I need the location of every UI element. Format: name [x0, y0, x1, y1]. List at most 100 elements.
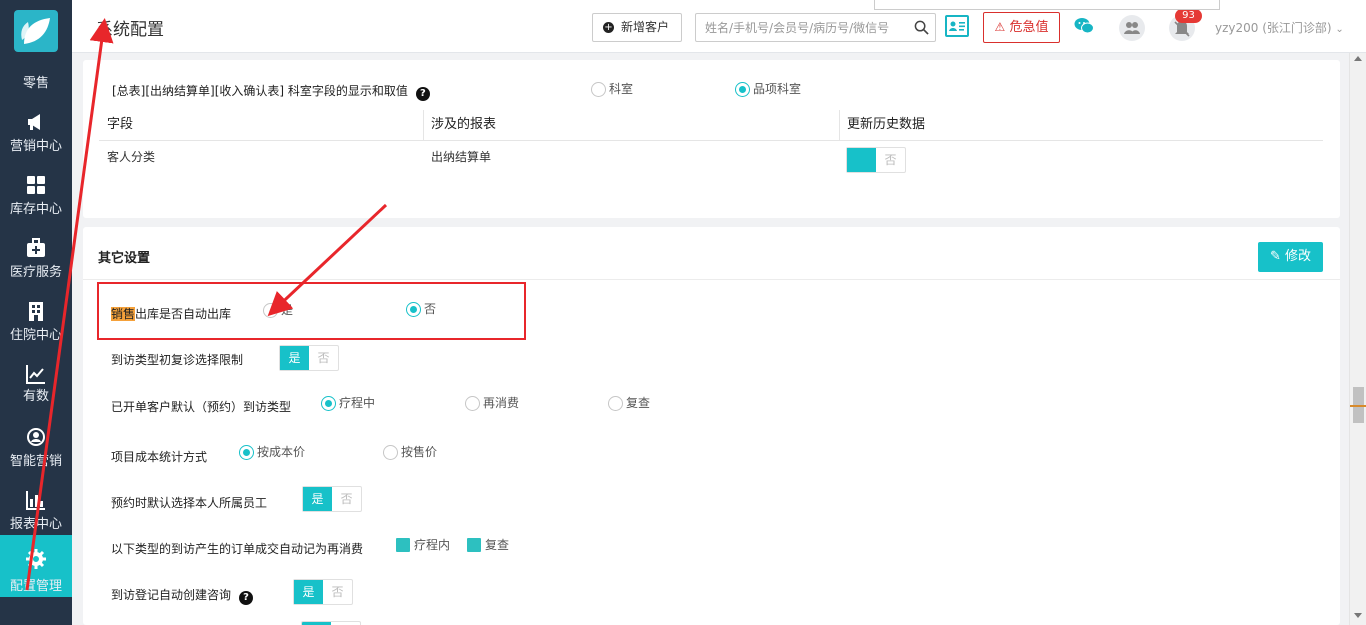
toggle-yes[interactable]: 是 [303, 487, 332, 511]
id-card-button[interactable] [945, 15, 969, 37]
toggle-yes[interactable]: 是 [294, 580, 323, 604]
update-history-toggle[interactable]: 否 [846, 147, 906, 173]
radio-label: 复查 [626, 396, 651, 410]
auto-consult-toggle[interactable]: 是 否 [293, 579, 353, 605]
toggle-yes[interactable] [847, 148, 876, 172]
wechat-icon[interactable] [1074, 17, 1094, 35]
sidebar-item-label: 营销中心 [9, 139, 62, 154]
radio-label: 否 [424, 302, 437, 316]
user-menu[interactable]: yzy200 (张江门诊部) ⌄ [1215, 19, 1344, 36]
gear-icon [26, 549, 46, 569]
grid-icon [27, 176, 45, 194]
radio-label: 是 [281, 303, 294, 317]
id-card-icon [949, 21, 965, 31]
sidebar-item-config[interactable]: 配置管理 [0, 535, 72, 597]
sidebar-item-marketing[interactable]: 营销中心 [0, 103, 72, 165]
sidebar-item-smart-marketing[interactable]: 智能营销 [0, 418, 72, 480]
radio-label: 按售价 [401, 445, 438, 459]
add-customer-button[interactable]: + 新增客户 [592, 13, 682, 42]
radio-label: 疗程中 [339, 396, 376, 410]
edit-button[interactable]: ✎ 修改 [1258, 242, 1323, 272]
toggle-no[interactable]: 否 [323, 580, 352, 604]
setting-label-reconsume: 以下类型的到访产生的订单成交自动记为再消费 [111, 542, 364, 556]
radio-visit-in-course[interactable]: 疗程中 [321, 395, 375, 411]
radio-item-department[interactable]: 品项科室 [735, 81, 801, 97]
table-header-field: 字段 [99, 108, 423, 141]
page-title: 系统配置 [96, 20, 164, 40]
plus-icon: + [603, 22, 614, 33]
checkbox-label: 疗程内 [414, 538, 451, 552]
radio-department[interactable]: 科室 [591, 81, 633, 97]
user-name: yzy200 (张江门诊部) [1215, 21, 1332, 35]
sidebar-item-inventory[interactable]: 库存中心 [0, 166, 72, 228]
search-box [695, 13, 936, 42]
radio-auto-outbound-no[interactable]: 否 [406, 301, 436, 317]
app-logo[interactable] [14, 10, 58, 52]
edit-icon: ✎ [1269, 249, 1281, 264]
vertical-scrollbar[interactable] [1349, 53, 1366, 625]
toggle-no[interactable]: 否 [876, 148, 905, 172]
checkbox-recheck[interactable]: 复查 [467, 537, 509, 553]
table-header-update: 更新历史数据 [839, 108, 1323, 141]
highlighted-text: 销售 [111, 307, 136, 321]
radio-label: 按成本价 [257, 445, 306, 459]
scroll-marker [1350, 405, 1366, 407]
setting-label-visit-limit: 到访类型初复诊选择限制 [111, 353, 244, 367]
sidebar-item-reports[interactable]: 报表中心 [0, 481, 72, 543]
setting-label-text: 出库是否自动出库 [135, 307, 232, 321]
next-toggle-partial[interactable] [301, 621, 361, 625]
critical-value-label: 危急值 [1009, 20, 1049, 35]
edit-label: 修改 [1285, 249, 1312, 264]
radio-sale-price[interactable]: 按售价 [383, 444, 437, 460]
toggle-no[interactable]: 否 [332, 487, 361, 511]
checkbox-in-course[interactable]: 疗程内 [396, 537, 450, 553]
radio-visit-reconsume[interactable]: 再消费 [465, 395, 519, 411]
sidebar-item-label: 库存中心 [9, 202, 62, 217]
sidebar-item-inpatient[interactable]: 住院中心 [0, 292, 72, 354]
department-field-panel: [总表][出纳结算单][收入确认表] 科室字段的显示和取值? 科室 品项科室 字… [83, 60, 1340, 218]
critical-value-button[interactable]: ⚠ 危急值 [983, 12, 1060, 43]
setting-label-cost-method: 项目成本统计方式 [111, 450, 208, 464]
smart-marketing-icon [27, 428, 45, 446]
notification-badge: 93 [1175, 9, 1202, 23]
search-icon[interactable] [914, 20, 929, 35]
scroll-down-icon[interactable] [1354, 613, 1362, 618]
setting-label-default-staff: 预约时默认选择本人所属员工 [111, 496, 268, 510]
hospital-icon [29, 302, 43, 321]
table-cell-report: 出纳结算单 [431, 150, 492, 164]
warning-icon: ⚠ [994, 20, 1006, 34]
radio-cost-price[interactable]: 按成本价 [239, 444, 305, 460]
department-question: [总表][出纳结算单][收入确认表] 科室字段的显示和取值? [112, 82, 430, 101]
help-icon[interactable]: ? [415, 87, 430, 101]
section-title: 其它设置 [98, 251, 151, 266]
scroll-up-icon[interactable] [1354, 56, 1362, 61]
radio-visit-recheck[interactable]: 复查 [608, 395, 650, 411]
sidebar-item-medical[interactable]: 医疗服务 [0, 229, 72, 291]
table-cell-field: 客人分类 [107, 150, 156, 164]
help-icon[interactable]: ? [239, 591, 254, 605]
other-settings-panel: 其它设置 ✎ 修改 销售出库是否自动出库 是 否 到访类型初复诊选择限制 是 否… [83, 227, 1340, 625]
dropdown-popup [874, 0, 1220, 10]
group-icon[interactable] [1119, 15, 1145, 41]
sidebar-item-label: 医疗服务 [9, 265, 62, 280]
sidebar-item-data[interactable]: 有数 [0, 355, 72, 417]
radio-label: 品项科室 [753, 82, 802, 96]
radio-auto-outbound-yes[interactable]: 是 [263, 302, 293, 318]
chevron-down-icon: ⌄ [1335, 24, 1344, 35]
default-staff-toggle[interactable]: 是 否 [302, 486, 362, 512]
sidebar-item-label: 住院中心 [9, 328, 62, 343]
search-input[interactable] [696, 14, 908, 41]
sidebar-item-label: 有数 [22, 389, 49, 404]
setting-label-text: 到访登记自动创建咨询 [111, 588, 232, 602]
setting-label-auto-outbound: 销售出库是否自动出库 [111, 305, 231, 322]
checkbox-label: 复查 [485, 538, 510, 552]
sidebar: 零售 营销中心 库存中心 医疗服务 住院中心 有数 智能营销 报表中心 配置管理 [0, 0, 72, 625]
toggle-yes[interactable]: 是 [280, 346, 309, 370]
radio-label: 科室 [609, 82, 634, 96]
medical-kit-icon [27, 238, 45, 257]
department-question-text: [总表][出纳结算单][收入确认表] 科室字段的显示和取值 [112, 84, 408, 98]
visit-limit-toggle[interactable]: 是 否 [279, 345, 339, 371]
setting-label-default-visit-type: 已开单客户默认（预约）到访类型 [111, 400, 292, 414]
toggle-no[interactable]: 否 [309, 346, 338, 370]
sidebar-item-label: 智能营销 [9, 454, 62, 469]
